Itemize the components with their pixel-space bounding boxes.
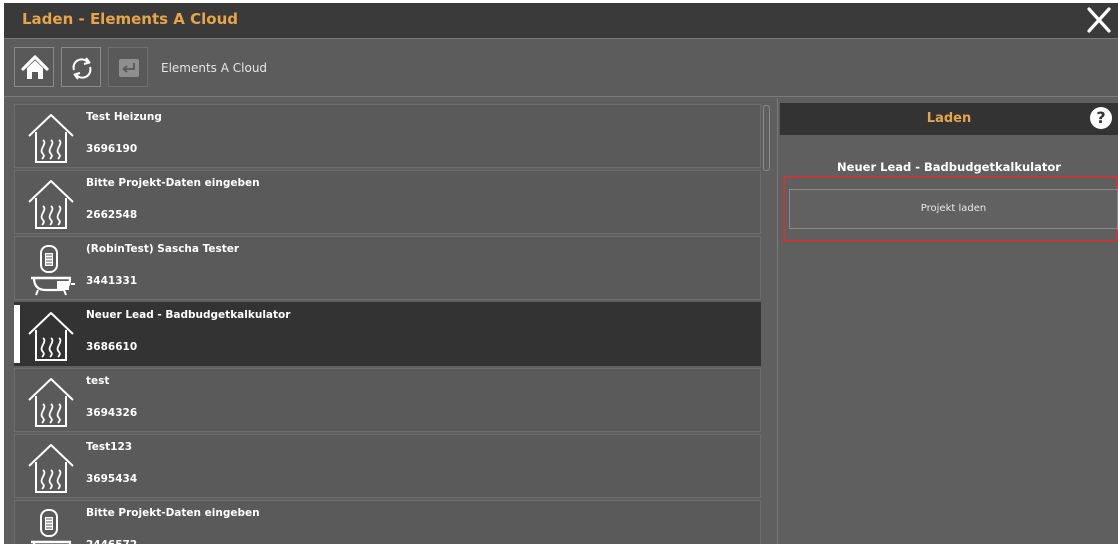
project-name: Bitte Projekt-Daten eingeben [86,507,260,519]
heating-house-icon [25,374,77,430]
load-panel-title: Laden [926,111,972,126]
project-row[interactable]: Neuer Lead - Badbudgetkalkulator 3686610 [14,302,761,366]
project-row[interactable]: Bitte Projekt-Daten eingeben 2662548 [14,170,761,234]
toolbar: Elements A Cloud [4,39,1118,97]
project-number: 3696190 [86,143,138,155]
project-row[interactable]: test 3694326 [14,368,761,432]
bathroom-shower-icon [25,242,77,298]
project-list: Test Heizung 3696190 Bitte Projekt-Daten e… [4,98,761,544]
selection-indicator [14,305,20,363]
close-button[interactable] [1084,4,1114,36]
help-button[interactable]: ? [1090,107,1112,129]
project-row[interactable]: (RobinTest) Sascha Tester 3441331 [14,236,761,300]
project-name: Test Heizung [86,111,162,123]
scrollbar[interactable] [763,105,770,171]
load-project-button[interactable]: Projekt laden [789,189,1118,229]
app-window: Laden - Elements A Cloud Elements A Clou… [4,3,1118,544]
bathroom-shower-icon [25,506,77,544]
home-icon [21,55,49,79]
heating-house-icon [25,176,77,232]
project-number: 3694326 [86,407,138,419]
load-panel-header: Laden ? [780,103,1118,135]
home-button[interactable] [14,47,54,87]
refresh-button[interactable] [61,47,101,87]
heating-house-icon [25,308,77,364]
project-number: 3686610 [86,341,138,353]
project-row[interactable]: Test123 3695434 [14,434,761,498]
breadcrumb[interactable]: Elements A Cloud [161,61,267,75]
project-name: test [86,375,110,387]
title-bar: Laden - Elements A Cloud [4,3,1118,39]
refresh-icon [72,57,92,80]
project-number: 2662548 [86,209,138,221]
close-icon [1087,7,1111,33]
back-button[interactable] [108,47,148,87]
heating-house-icon [25,110,77,166]
project-row[interactable]: Test Heizung 3696190 [14,104,761,168]
back-icon [119,59,139,77]
project-number: 3441331 [86,275,138,287]
project-name: (RobinTest) Sascha Tester [86,243,240,255]
project-name: Bitte Projekt-Daten eingeben [86,177,260,189]
selected-project-title: Neuer Lead - Badbudgetkalkulator [837,160,1061,174]
window-title: Laden - Elements A Cloud [22,10,239,28]
heating-house-icon [25,440,77,496]
panel-divider [777,98,778,544]
project-row[interactable]: Bitte Projekt-Daten eingeben 2446572 [14,500,761,544]
load-panel: Laden ? Neuer Lead - Badbudgetkalkulator… [780,98,1118,544]
project-number: 3695434 [86,473,138,485]
project-number: 2446572 [86,539,137,544]
project-name: Test123 [86,441,133,453]
project-name: Neuer Lead - Badbudgetkalkulator [86,309,291,321]
